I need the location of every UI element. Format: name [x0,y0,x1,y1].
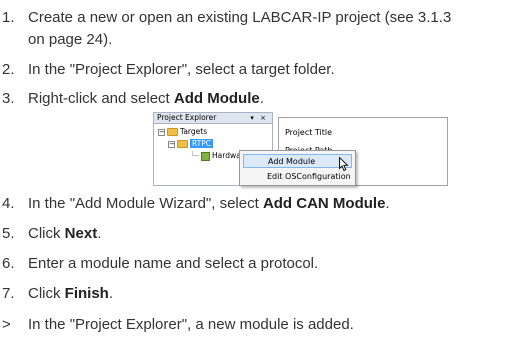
step-text-post: . [97,225,102,242]
tree-label-selected: RTPC [190,139,214,148]
step-text-post: . [385,195,390,212]
step-text: Click Next. [28,224,101,244]
tree-item-targets[interactable]: − Targets [158,126,207,137]
step-text: Click Finish. [28,284,113,304]
step-text-pre: In the "Add Module Wizard", select [28,195,263,212]
step-number: 7. [2,285,15,302]
collapse-icon[interactable]: − [158,128,165,136]
context-menu: Add Module Edit OSConfiguration [239,150,356,186]
project-explorer-screenshot: Project Explorer ▾ × − Targets − RTPC └─ Ha… [153,112,448,186]
step-text-post: . [108,285,114,302]
tree-item-rtpc[interactable]: − RTPC [168,138,214,149]
step-number: 4. [2,195,15,212]
tree-connector: └─ [190,151,200,160]
step-text-continued: on page 24). [28,31,113,48]
panel-controls[interactable]: ▾ × [250,113,268,123]
ui-term-finish: Finish [64,285,109,302]
tree-item-hardware[interactable]: └─ Hardwar [190,150,244,161]
property-project-title: Project Title [285,128,333,137]
ui-term-add-module: Add Module [173,90,260,107]
step-number: 2. [2,61,15,78]
tree-label: Targets [180,127,208,136]
menu-item-edit-osconfiguration[interactable]: Edit OSConfiguration [243,170,352,184]
ui-term-add-can-module: Add CAN Module [262,195,386,212]
result-text: In the "Project Explorer", a new module … [28,316,354,333]
step-text: Create a new or open an existing LABCAR-… [28,9,452,26]
step-text-pre: Right-click and select [28,90,174,107]
folder-icon [167,128,178,136]
step-number: 6. [2,255,15,272]
step-number: 3. [2,90,15,107]
mouse-pointer-icon [339,157,349,172]
step-text: Right-click and select Add Module. [28,89,264,109]
step-text: Enter a module name and select a protoco… [28,255,319,272]
collapse-icon[interactable]: − [168,140,175,148]
panel-title-text: Project Explorer [157,113,217,122]
step-text-pre: Click [28,285,65,302]
step-number: 5. [2,225,15,242]
panel-title: Project Explorer ▾ × [154,113,272,124]
step-text: In the "Add Module Wizard", select Add C… [28,194,390,214]
folder-icon [177,140,188,148]
hardware-icon [201,151,211,161]
ui-term-next: Next [64,225,98,242]
menu-item-add-module[interactable]: Add Module [243,154,352,168]
step-number: 1. [2,9,15,26]
step-text-pre: Click [28,225,65,242]
result-marker: > [2,316,11,333]
step-text: In the "Project Explorer", select a targ… [28,61,335,78]
step-text-post: . [259,90,264,107]
